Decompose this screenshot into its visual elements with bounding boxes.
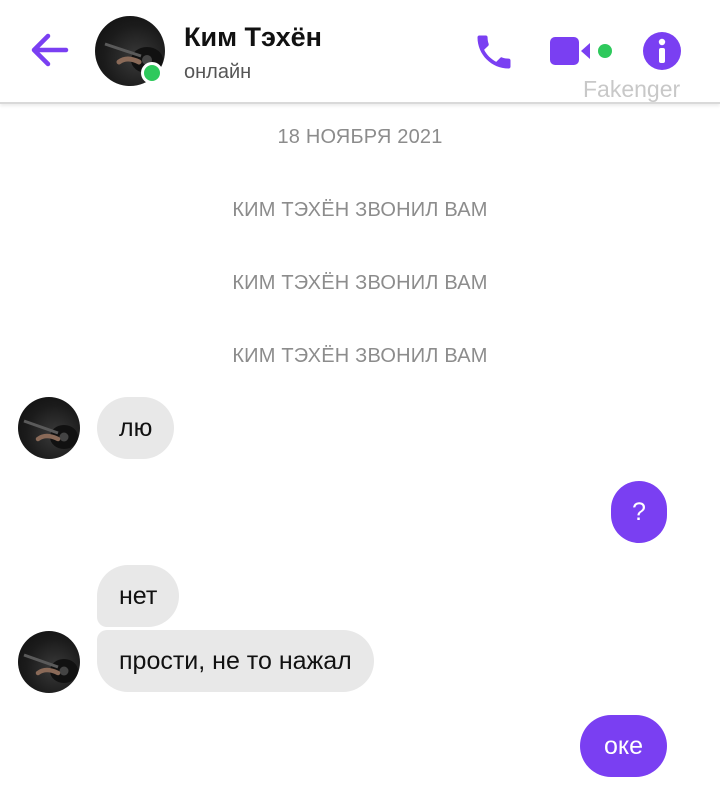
- contact-name[interactable]: Ким Тэхён: [184, 22, 322, 53]
- missed-call-notice: КИМ ТЭХЁН ЗВОНИЛ ВАМ: [232, 345, 488, 367]
- sender-avatar[interactable]: [18, 631, 80, 693]
- date-separator: 18 НОЯБРЯ 2021: [277, 126, 443, 148]
- watermark-text: Fakenger: [583, 76, 681, 102]
- missed-call-notice: КИМ ТЭХЁН ЗВОНИЛ ВАМ: [232, 272, 488, 294]
- missed-call-notice: КИМ ТЭХЁН ЗВОНИЛ ВАМ: [232, 199, 488, 221]
- back-button[interactable]: [28, 30, 72, 70]
- phone-icon: [477, 35, 511, 69]
- incoming-message[interactable]: прости, не то нажал: [97, 630, 374, 692]
- video-camera-icon: [550, 37, 612, 65]
- outgoing-message[interactable]: ?: [611, 481, 667, 543]
- online-status-dot: [141, 62, 163, 84]
- sender-avatar[interactable]: [18, 397, 80, 459]
- incoming-message[interactable]: лю: [97, 397, 175, 459]
- outgoing-message[interactable]: оке: [580, 715, 667, 777]
- incoming-message[interactable]: нет: [97, 565, 180, 627]
- call-button[interactable]: [472, 30, 516, 74]
- chat-header: Ким Тэхён онлайн Fakenger: [0, 0, 720, 104]
- arrow-left-icon: [31, 33, 69, 67]
- info-button[interactable]: [642, 31, 682, 71]
- video-call-button[interactable]: [548, 34, 618, 68]
- info-icon: [643, 32, 681, 70]
- contact-status: онлайн: [184, 61, 252, 83]
